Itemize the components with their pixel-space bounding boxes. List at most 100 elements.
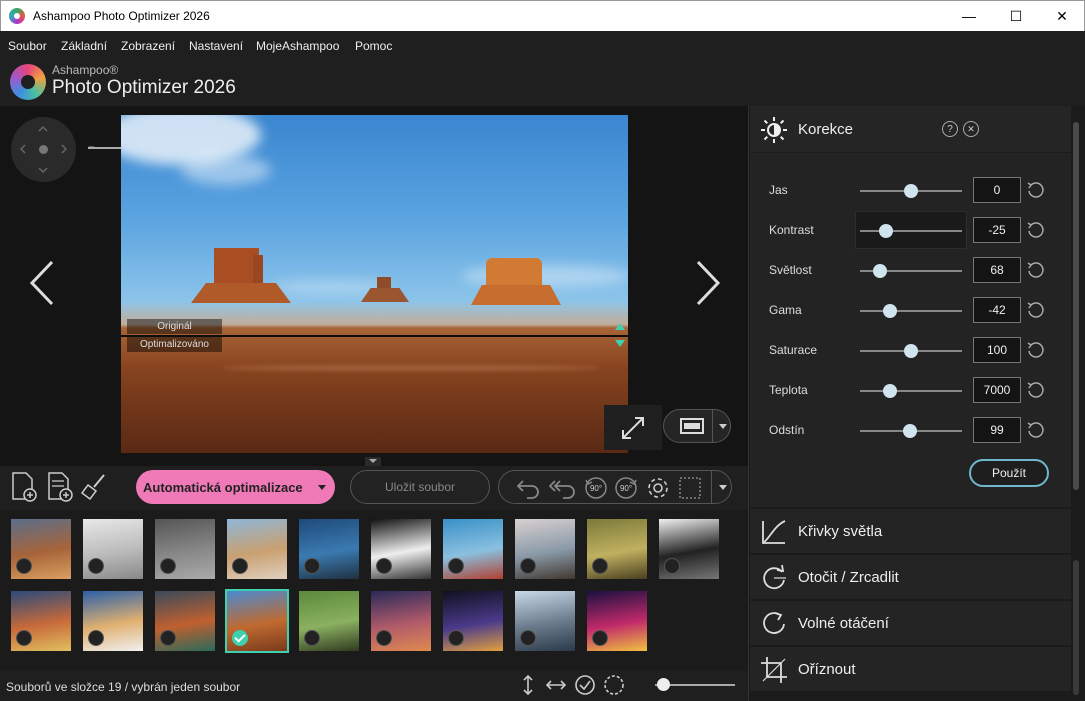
reset-icon[interactable]: [1026, 181, 1044, 199]
tool-free-rotate[interactable]: Volné otáčení: [750, 600, 1071, 645]
reset-icon[interactable]: [1026, 381, 1044, 399]
thumbnail-select-check-icon[interactable]: [160, 558, 176, 574]
reset-icon[interactable]: [1026, 421, 1044, 439]
slider-value-input[interactable]: -42: [973, 297, 1021, 323]
slider-track[interactable]: [860, 310, 962, 312]
view-mode-button[interactable]: [663, 409, 731, 443]
slider-knob[interactable]: [902, 424, 917, 438]
view-mode-dropdown[interactable]: [712, 410, 732, 442]
tool-rotate-mirror[interactable]: Otočit / Zrcadlit: [750, 554, 1071, 599]
slider-value-input[interactable]: 100: [973, 337, 1021, 363]
thumbnail-item[interactable]: [11, 591, 71, 651]
reset-icon[interactable]: [1026, 261, 1044, 279]
fit-horizontal-icon[interactable]: [545, 674, 567, 696]
clean-brush-icon[interactable]: [80, 471, 108, 503]
thumbnail-select-check-icon[interactable]: [304, 630, 320, 646]
thumbnail-select-check-icon[interactable]: [520, 558, 536, 574]
pan-navigator[interactable]: [11, 117, 76, 182]
slider-value-input[interactable]: 68: [973, 257, 1021, 283]
thumbnail-select-check-icon[interactable]: [448, 630, 464, 646]
thumbnail-item[interactable]: [659, 519, 719, 579]
thumbnail-select-check-icon[interactable]: [232, 630, 248, 646]
thumbnail-select-check-icon[interactable]: [520, 630, 536, 646]
close-window-button[interactable]: ✕: [1039, 1, 1085, 31]
reset-icon[interactable]: [1026, 341, 1044, 359]
help-icon[interactable]: ?: [942, 121, 958, 137]
thumbnail-select-check-icon[interactable]: [160, 630, 176, 646]
menu-zakladni[interactable]: Základní: [61, 39, 107, 53]
add-folder-icon[interactable]: [46, 471, 74, 503]
thumbnail-item[interactable]: [299, 519, 359, 579]
apply-button[interactable]: Použít: [969, 459, 1049, 487]
thumbnail-select-check-icon[interactable]: [16, 630, 32, 646]
rotate-left-icon[interactable]: 90°: [583, 475, 609, 501]
split-up-arrow-icon[interactable]: [615, 323, 625, 330]
thumbnail-select-check-icon[interactable]: [88, 558, 104, 574]
slider-knob[interactable]: [882, 304, 897, 318]
panel-scrollbar[interactable]: [1073, 122, 1079, 490]
previous-image-arrow-icon[interactable]: [28, 258, 58, 308]
slider-value-input[interactable]: 7000: [973, 377, 1021, 403]
slider-knob[interactable]: [904, 184, 918, 198]
reset-icon[interactable]: [1026, 301, 1044, 319]
add-file-icon[interactable]: [10, 471, 38, 503]
maximize-button[interactable]: ☐: [993, 1, 1039, 31]
slider-track[interactable]: [860, 390, 962, 392]
thumbnail-item[interactable]: [83, 519, 143, 579]
thumbnail-select-check-icon[interactable]: [376, 630, 392, 646]
thumbnail-select-check-icon[interactable]: [592, 558, 608, 574]
edit-tools-dropdown[interactable]: [711, 471, 733, 503]
deselect-all-icon[interactable]: [603, 674, 625, 696]
thumbnail-size-knob[interactable]: [657, 678, 670, 691]
thumbnail-select-check-icon[interactable]: [88, 630, 104, 646]
panel-scrollbar-lower[interactable]: [1073, 560, 1079, 695]
menu-pomoc[interactable]: Pomoc: [355, 39, 392, 53]
thumbnail-select-check-icon[interactable]: [376, 558, 392, 574]
undo-all-icon[interactable]: [549, 475, 575, 501]
fullscreen-button[interactable]: [604, 405, 662, 450]
thumbnail-item[interactable]: [227, 519, 287, 579]
settings-gear-icon[interactable]: [645, 475, 671, 501]
slider-knob[interactable]: [878, 224, 893, 238]
thumbnail-select-check-icon[interactable]: [16, 558, 32, 574]
collapse-thumbnails-handle[interactable]: [365, 457, 381, 466]
auto-optimize-button[interactable]: Automatická optimalizace: [136, 470, 335, 504]
thumbnail-item[interactable]: [587, 519, 647, 579]
slider-value-input[interactable]: 0: [973, 177, 1021, 203]
thumbnail-select-check-icon[interactable]: [448, 558, 464, 574]
menu-zobrazeni[interactable]: Zobrazení: [121, 39, 175, 53]
thumbnail-item[interactable]: [371, 591, 431, 651]
menu-soubor[interactable]: Soubor: [8, 39, 47, 53]
rotate-right-icon[interactable]: 90°: [613, 475, 639, 501]
menu-mojeashampoo[interactable]: MojeAshampoo: [256, 39, 339, 53]
thumbnail-item[interactable]: [155, 591, 215, 651]
thumbnail-item[interactable]: [11, 519, 71, 579]
close-panel-icon[interactable]: ✕: [963, 121, 979, 137]
select-all-icon[interactable]: [574, 674, 596, 696]
slider-value-input[interactable]: -25: [973, 217, 1021, 243]
thumbnail-item[interactable]: [587, 591, 647, 651]
fit-vertical-icon[interactable]: [517, 674, 539, 696]
slider-track[interactable]: [860, 230, 962, 232]
thumbnail-item[interactable]: [225, 589, 289, 653]
tool-crop[interactable]: Oříznout: [750, 646, 1071, 691]
slider-value-input[interactable]: 99: [973, 417, 1021, 443]
tool-curves[interactable]: Křivky světla: [750, 508, 1071, 553]
thumbnail-item[interactable]: [515, 591, 575, 651]
thumbnail-item[interactable]: [155, 519, 215, 579]
photo-preview[interactable]: [121, 115, 628, 453]
menu-nastaveni[interactable]: Nastavení: [189, 39, 243, 53]
thumbnail-item[interactable]: [443, 519, 503, 579]
minimize-button[interactable]: —: [946, 1, 992, 31]
reset-icon[interactable]: [1026, 221, 1044, 239]
split-down-arrow-icon[interactable]: [615, 340, 625, 347]
thumbnail-select-check-icon[interactable]: [592, 630, 608, 646]
thumbnail-item[interactable]: [83, 591, 143, 651]
selection-icon[interactable]: [677, 475, 703, 501]
save-file-button[interactable]: Uložit soubor: [350, 470, 490, 504]
thumbnail-select-check-icon[interactable]: [304, 558, 320, 574]
thumbnail-item[interactable]: [371, 519, 431, 579]
undo-icon[interactable]: [515, 475, 541, 501]
thumbnail-item[interactable]: [515, 519, 575, 579]
chevron-down-icon[interactable]: [318, 485, 326, 490]
